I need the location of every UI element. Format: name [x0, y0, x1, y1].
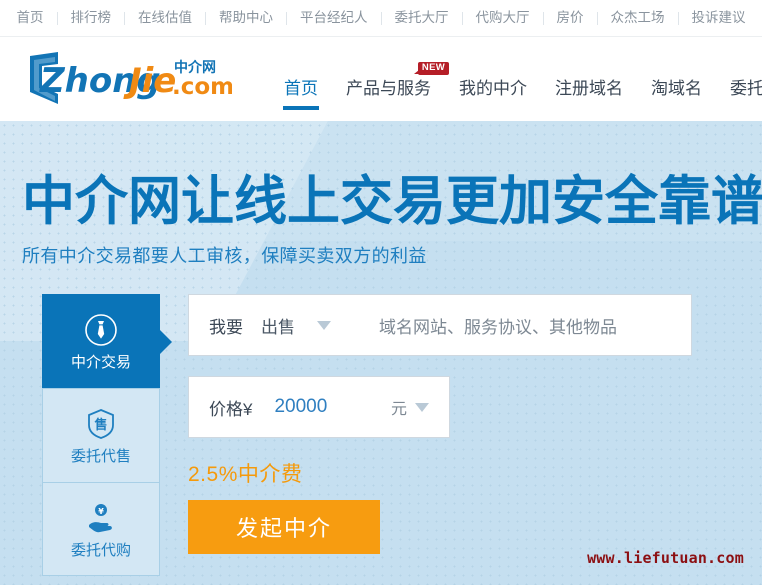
widget-tab-label: 委托代购: [70, 541, 131, 559]
start-escrow-button[interactable]: 发起中介: [188, 500, 380, 554]
topnav-item-platform-broker[interactable]: 平台经纪人: [287, 11, 381, 25]
hero-title: 中介网让线上交易更加安全靠谱: [22, 171, 762, 232]
mainnav-item-home[interactable]: 首页: [270, 62, 332, 110]
shield-sale-icon: 售: [88, 409, 114, 439]
price-unit-value[interactable]: 元: [391, 395, 407, 419]
topnav-item-entrust-hall[interactable]: 委托大厅: [382, 11, 462, 25]
topnav-item-home[interactable]: 首页: [4, 11, 57, 25]
trade-type-value[interactable]: 出售: [261, 313, 295, 338]
site-logo[interactable]: Zhong Jie 中介网 .com: [22, 48, 232, 110]
mainnav-label: 首页: [284, 78, 318, 98]
widget-tab-list: 中介交易 售 委托代售 ¥ 委托代购: [42, 294, 172, 576]
topnav-item-zhongjie-workshop[interactable]: 众杰工场: [598, 11, 678, 25]
necktie-icon: [85, 314, 117, 346]
logo-graphic: Zhong Jie 中介网 .com: [30, 52, 232, 104]
mainnav-label: 淘域名: [651, 78, 702, 98]
mainnav-label: 委托大厅: [730, 78, 762, 98]
price-input[interactable]: 20000: [274, 396, 327, 418]
price-label: 价格¥: [209, 399, 253, 419]
topnav-item-house-price[interactable]: 房价: [544, 11, 597, 25]
topnav-item-valuation[interactable]: 在线估值: [125, 11, 205, 25]
main-nav: 首页 产品与服务 NEW 我的中介 注册域名 淘域名 委托大厅: [270, 48, 762, 110]
topnav-item-help-center[interactable]: 帮助中心: [206, 11, 286, 25]
widget-tab-entrust-sale[interactable]: 售 委托代售: [42, 388, 160, 482]
price-field[interactable]: 价格¥ 20000 元: [188, 376, 450, 438]
svg-text:.com: .com: [172, 74, 232, 100]
topnav-item-complaints[interactable]: 投诉建议: [679, 11, 759, 25]
widget-tab-label: 中介交易: [70, 354, 131, 371]
svg-text:¥: ¥: [98, 507, 104, 516]
hero-subtitle: 所有中介交易都要人工审核，保障买卖双方的利益: [22, 246, 427, 266]
widget-tab-escrow-trade[interactable]: 中介交易: [42, 294, 172, 388]
widget-form: 我要 出售 域名网站、服务协议、其他物品 价格¥ 20000 元 2.5%中介费…: [188, 294, 740, 554]
mainnav-item-products-services[interactable]: 产品与服务 NEW: [332, 62, 449, 110]
widget-tab-entrust-purchase[interactable]: ¥ 委托代购: [42, 482, 160, 576]
site-header: Zhong Jie 中介网 .com 首页 产品与服务 NEW 我的中介 注册域…: [0, 37, 762, 121]
trade-type-field[interactable]: 我要 出售 域名网站、服务协议、其他物品: [188, 294, 692, 356]
item-description-input[interactable]: 域名网站、服务协议、其他物品: [379, 313, 617, 338]
hand-coin-icon: ¥: [89, 503, 112, 532]
active-underline: [283, 106, 319, 110]
topnav-item-ranking[interactable]: 排行榜: [58, 11, 125, 25]
top-utility-nav: 首页 排行榜 在线估值 帮助中心 平台经纪人 委托大厅 代购大厅 房价 众杰工场…: [0, 0, 762, 37]
mainnav-item-find-domain[interactable]: 淘域名: [637, 62, 716, 110]
widget-tab-label: 委托代售: [70, 448, 131, 465]
mainnav-label: 产品与服务: [346, 78, 431, 98]
chevron-down-icon[interactable]: [317, 320, 331, 330]
fee-note: 2.5%中介费: [188, 463, 303, 486]
mainnav-label: 注册域名: [555, 78, 623, 98]
topnav-item-purchase-hall[interactable]: 代购大厅: [463, 11, 543, 25]
trade-type-label: 我要: [209, 317, 243, 337]
hero-banner: 中介网让线上交易更加安全靠谱 所有中介交易都要人工审核，保障买卖双方的利益 中介…: [0, 121, 762, 585]
svg-text:Jie: Jie: [123, 61, 176, 101]
svg-text:售: 售: [94, 417, 107, 433]
mainnav-item-register-domain[interactable]: 注册域名: [541, 62, 637, 110]
watermark: www.liefutuan.com: [587, 549, 744, 567]
chevron-down-icon[interactable]: [415, 402, 429, 412]
mainnav-label: 我的中介: [459, 78, 527, 98]
mainnav-item-my-agency[interactable]: 我的中介: [445, 62, 541, 110]
mainnav-item-entrust-hall[interactable]: 委托大厅: [716, 62, 762, 110]
trade-widget: 中介交易 售 委托代售 ¥ 委托代购 我要 出售 域名网站、服务协议、其他物品 …: [22, 294, 740, 576]
active-tab-arrow: [159, 328, 172, 355]
